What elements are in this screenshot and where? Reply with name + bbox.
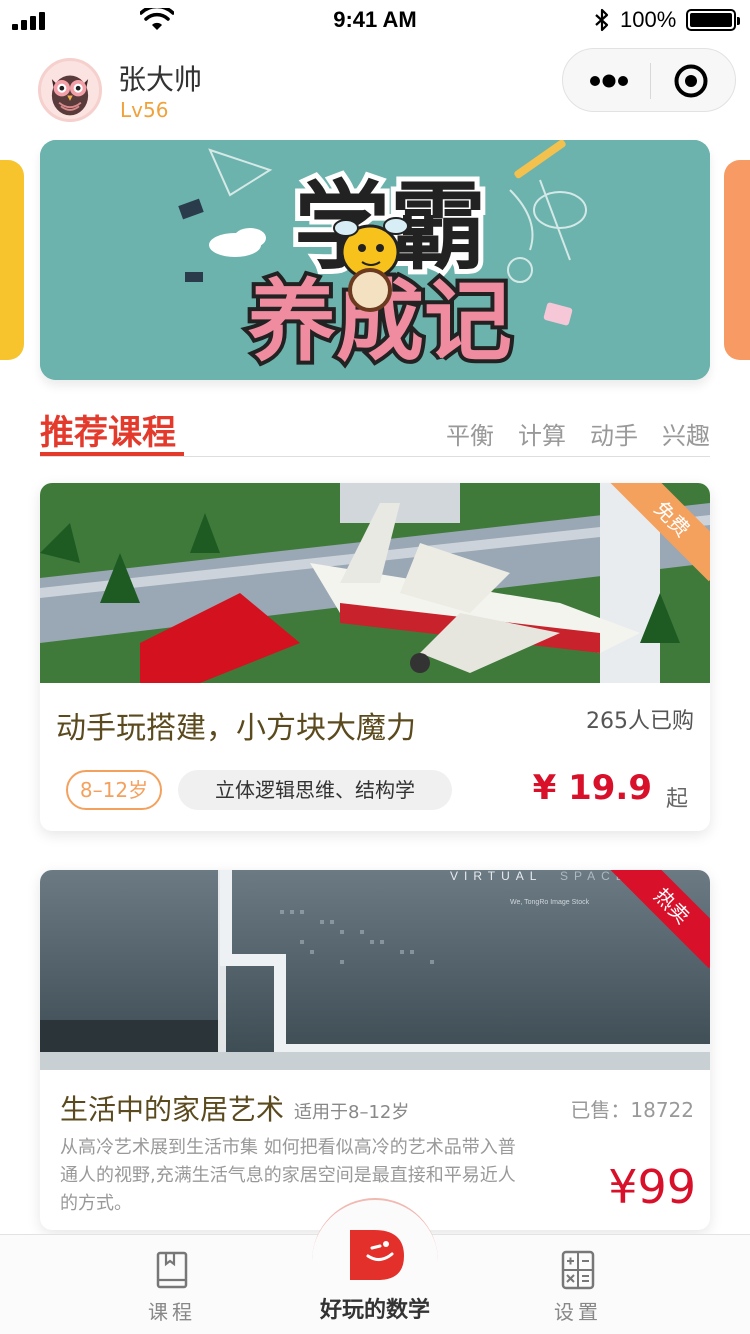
user-name: 张大帅	[118, 63, 203, 96]
filter-tab-hands-on[interactable]: 动手	[590, 416, 638, 451]
skill-tag: 立体逻辑思维、结构学	[178, 770, 452, 810]
target-circle-icon[interactable]	[673, 63, 709, 99]
course-title: 生活中的家居艺术	[60, 1093, 285, 1126]
bluetooth-icon	[595, 8, 609, 32]
filter-tab-calculation[interactable]: 计算	[518, 416, 566, 451]
status-bar: 9:41 AM 100%	[0, 0, 750, 40]
course-sold-count: 已售：18722	[570, 1098, 694, 1122]
course-image-home-art: VIRTUAL SPACE We, TongRo Image Stock 热卖	[40, 870, 710, 1070]
tab-settings[interactable]: 设置	[536, 1250, 620, 1325]
course-card-lego[interactable]: 免费 动手玩搭建，小方块大魔力 265人已购 8–12岁 立体逻辑思维、结构学 …	[40, 483, 710, 831]
capsule-divider	[650, 63, 651, 99]
course-description: 从高冷艺术展到生活市集 如何把看似高冷的艺术品带入普通人的视野,充满生活气息的家…	[60, 1137, 516, 1214]
tab-settings-label: 设置	[554, 1300, 602, 1324]
section-divider	[40, 456, 710, 457]
price-suffix: 起	[665, 787, 688, 812]
section-title: 推荐课程	[40, 413, 176, 453]
banner-illustration: 学霸 养成记	[40, 140, 710, 380]
image-text-virtual: VIRTUAL	[450, 870, 542, 883]
mini-program-capsule	[562, 48, 736, 112]
calculator-icon	[561, 1250, 595, 1290]
image-caption: We, TongRo Image Stock	[510, 899, 590, 906]
course-title: 动手玩搭建，小方块大魔力	[56, 711, 416, 746]
app-logo-icon[interactable]	[344, 1220, 408, 1284]
category-filter-tabs: 平衡 计算 动手 兴趣	[446, 416, 710, 451]
filter-tab-balance[interactable]: 平衡	[446, 416, 494, 451]
course-card-home-art[interactable]: VIRTUAL SPACE We, TongRo Image Stock 热卖 …	[40, 870, 710, 1230]
course-image-lego: 免费	[40, 483, 710, 683]
course-price: ¥99	[608, 1160, 696, 1214]
course-age-range: 适用于8–12岁	[294, 1102, 410, 1123]
filter-tab-interest[interactable]: 兴趣	[662, 416, 710, 451]
course-price: ¥ 19.9	[532, 768, 652, 808]
banner-prev-card[interactable]	[0, 160, 24, 360]
book-icon	[156, 1251, 188, 1289]
avatar[interactable]	[38, 58, 102, 122]
more-dots-icon[interactable]	[587, 67, 647, 95]
battery-icon	[686, 9, 740, 31]
user-level: Lv56	[120, 98, 169, 122]
course-sold-count: 265人已购	[586, 709, 694, 734]
age-tag: 8–12岁	[66, 770, 162, 810]
tab-home-label[interactable]: 好玩的数学	[0, 1292, 750, 1324]
owl-avatar-icon	[51, 75, 89, 116]
banner[interactable]: 学霸 养成记	[40, 140, 710, 380]
banner-next-card[interactable]	[724, 160, 750, 360]
battery-percent: 100%	[620, 7, 677, 32]
